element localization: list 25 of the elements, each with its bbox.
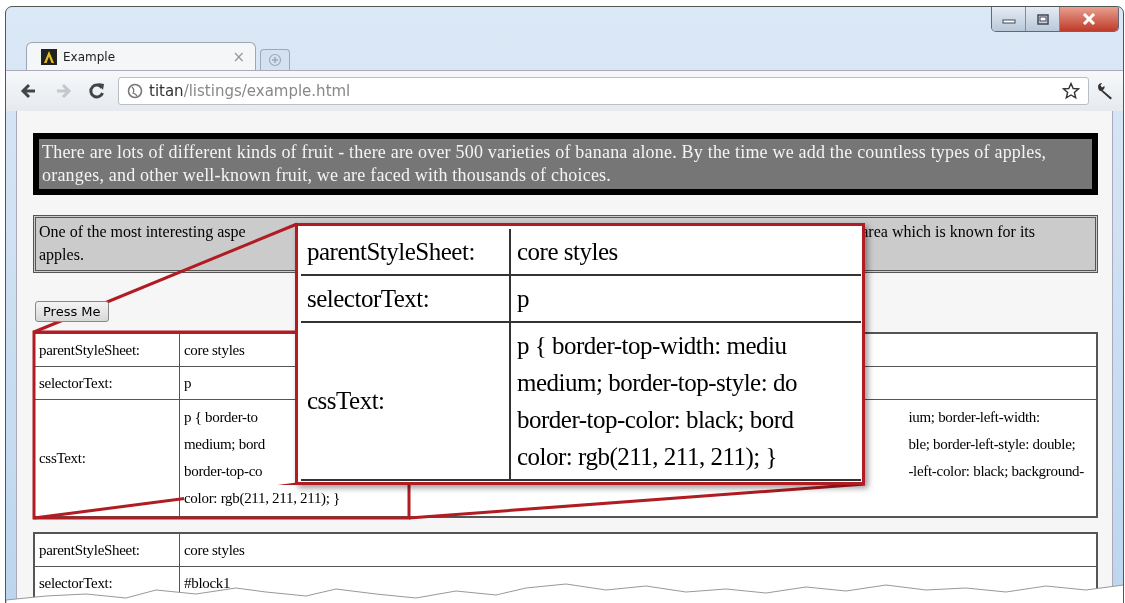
favicon-icon — [41, 48, 57, 65]
star-icon[interactable] — [1062, 82, 1080, 100]
maximize-icon — [1036, 13, 1049, 25]
globe-icon — [127, 83, 143, 99]
table-cell: parentStyleSheet: — [301, 229, 510, 275]
address-bar[interactable]: titan/listings/example.html — [118, 77, 1089, 105]
table-cell: parentStyleSheet: — [34, 533, 180, 567]
intro-paragraph: There are lots of different kinds of fruit - there are over 500 varieties of banana alone. By the time we add the countless types of apples, oranges, and other well-known fruit, we are faced with thousands of choices. — [33, 133, 1098, 195]
tab-title: Example — [63, 49, 117, 64]
browser-tab[interactable]: Example × — [26, 42, 256, 70]
table-cell: parentStyleSheet: — [34, 333, 180, 367]
minimize-button[interactable] — [992, 7, 1026, 31]
maximize-button[interactable] — [1026, 7, 1060, 31]
table-cell: cssText: — [301, 322, 510, 480]
table-cell: core styles — [510, 229, 861, 275]
table-cell: selectorText: — [301, 275, 510, 322]
press-me-button[interactable]: Press Me — [35, 301, 109, 322]
plus-icon — [268, 53, 282, 67]
close-button[interactable] — [1060, 7, 1118, 31]
reload-icon — [87, 81, 107, 101]
paragraph-text: One of the most interesting aspe apples. — [39, 222, 246, 266]
close-icon — [1082, 13, 1096, 25]
wrench-icon[interactable] — [1095, 81, 1115, 101]
url-text: titan/listings/example.html — [149, 82, 351, 100]
table-cell: selectorText: — [34, 366, 180, 400]
